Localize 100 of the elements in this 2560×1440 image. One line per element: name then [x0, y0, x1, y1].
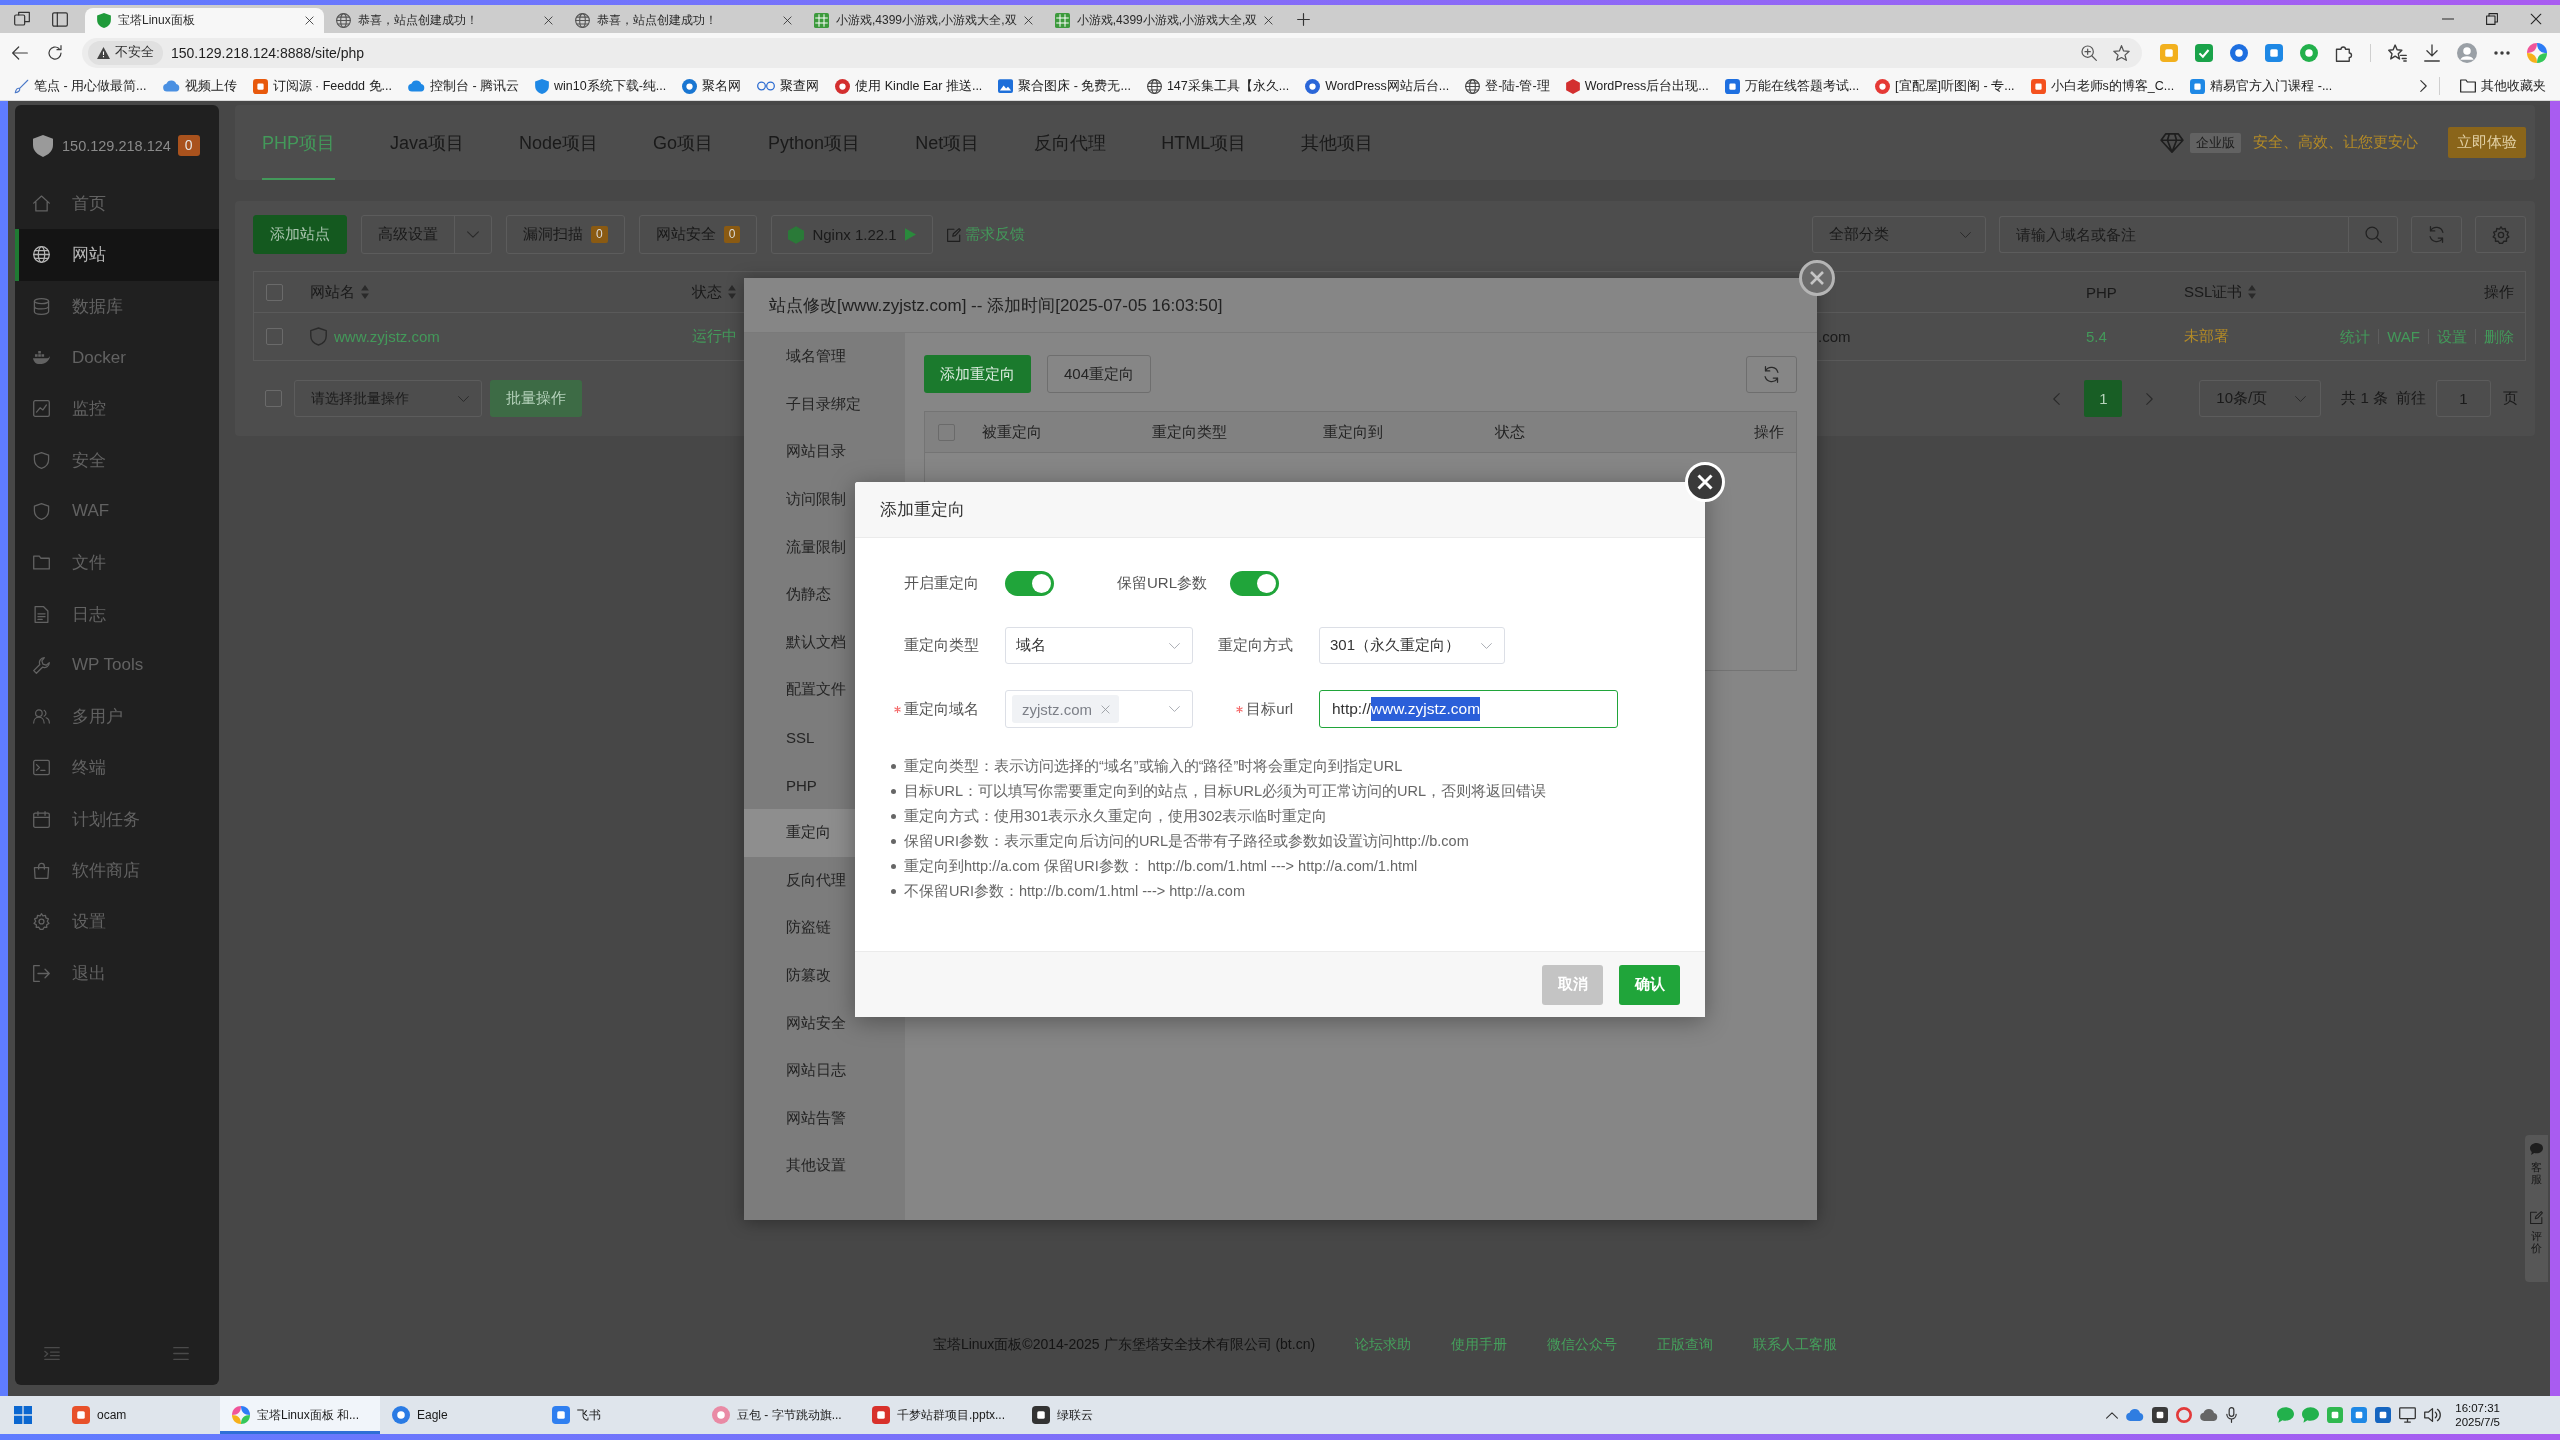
favorites-icon[interactable]	[2388, 43, 2407, 62]
taskbar-app[interactable]: 千梦站群项目.pptx...	[860, 1396, 1020, 1434]
refresh-button[interactable]	[1746, 355, 1797, 393]
redirect-404-button[interactable]: 404重定向	[1047, 355, 1152, 393]
bookmark-link[interactable]: 精易官方入门课程 -...	[2182, 74, 2341, 98]
swirl-logo-icon[interactable]	[2527, 42, 2547, 63]
taskbar-app[interactable]: 绿联云	[1020, 1396, 1180, 1434]
footer-link[interactable]: 正版查询	[1657, 1336, 1714, 1354]
taskbar-app[interactable]: ocam	[60, 1396, 220, 1434]
settings-menu-item[interactable]: 域名管理	[744, 333, 905, 381]
sidebar-item[interactable]: 监控	[15, 383, 219, 435]
ssl-status-link[interactable]: 未部署	[2184, 327, 2229, 344]
settings-menu-item[interactable]: 子目录绑定	[744, 380, 905, 429]
redirect-domain-select[interactable]: zyjstz.com	[1005, 690, 1193, 728]
more-icon[interactable]	[2494, 50, 2510, 55]
puzzle-icon[interactable]	[2335, 43, 2353, 62]
taskbar-app[interactable]: 飞书	[540, 1396, 700, 1434]
footer-link[interactable]: 论坛求助	[1355, 1336, 1412, 1354]
settings-menu-item[interactable]: 网站告警	[744, 1094, 905, 1143]
microphone-icon[interactable]	[2226, 1407, 2238, 1423]
alert-count-badge[interactable]: 0	[177, 135, 200, 156]
indent-icon[interactable]	[44, 1347, 60, 1360]
taskbar-app[interactable]: Eagle	[380, 1396, 540, 1434]
sidebar-item[interactable]: 首页	[15, 178, 219, 230]
settings-menu-item[interactable]: 网站安全	[744, 999, 905, 1047]
bookmark-link[interactable]: 使用 Kindle Ear 推送...	[827, 74, 991, 98]
bookmark-folder-link[interactable]: 其他收藏夹	[2452, 74, 2554, 98]
bookmark-link[interactable]: 笔点 - 用心做最简...	[6, 74, 155, 98]
sidebar-item[interactable]: 设置	[15, 896, 219, 948]
app-tile-icon[interactable]	[2152, 1407, 2169, 1423]
browser-tab[interactable]: 恭喜，站点创建成功！	[324, 8, 563, 33]
sidebar-item[interactable]: 终端	[15, 742, 219, 794]
app-tile-icon[interactable]	[2160, 43, 2178, 62]
app-tile-icon[interactable]	[2265, 43, 2283, 62]
sidebar-item[interactable]: 软件商店	[15, 844, 219, 897]
page-number[interactable]: 1	[2084, 380, 2123, 417]
browser-tab[interactable]: 小游戏,4399小游戏,小游戏大全,双	[1042, 8, 1284, 33]
bookmark-link[interactable]: 小白老师s的博客_C...	[2022, 74, 2183, 98]
add-redirect-button[interactable]: 添加重定向	[924, 355, 1031, 393]
bookmark-link[interactable]: 聚合图床 - 免费无...	[990, 74, 1139, 98]
confirm-button[interactable]: 确认	[1619, 964, 1680, 1005]
plus-icon[interactable]	[1297, 12, 1311, 26]
settings-menu-item[interactable]: 网站目录	[744, 428, 905, 476]
batch-action-button[interactable]: 批量操作	[490, 380, 582, 417]
bookmark-link[interactable]: [宜配屋]听图阁 - 专...	[1867, 74, 2023, 98]
bookmark-link[interactable]: 万能在线答题考试...	[1716, 74, 1868, 98]
close-icon[interactable]	[783, 16, 792, 25]
sidebar-item[interactable]: 文件	[15, 537, 219, 589]
refresh-button[interactable]	[2411, 216, 2462, 253]
sidebar-item[interactable]: 日志	[15, 588, 219, 640]
bookmark-link[interactable]: 147采集工具【永久...	[1138, 74, 1298, 98]
security-badge[interactable]: 不安全	[88, 40, 163, 65]
circle-logo-icon[interactable]	[2300, 43, 2318, 62]
settings-menu-item[interactable]: 网站日志	[744, 1046, 905, 1095]
circle-logo-icon[interactable]	[2230, 43, 2248, 62]
app-tile-icon[interactable]	[2375, 1407, 2392, 1423]
record-ring-icon[interactable]	[2176, 1407, 2193, 1423]
float-tab-label[interactable]: 评价	[2531, 1230, 2542, 1255]
sidebar-item[interactable]: 计划任务	[15, 793, 219, 845]
cloud-icon[interactable]	[2126, 1409, 2145, 1421]
browser-tab[interactable]: 小游戏,4399小游戏,小游戏大全,双	[802, 8, 1043, 33]
checkbox[interactable]	[266, 283, 283, 301]
workspaces-icon[interactable]	[14, 11, 30, 27]
reload-icon[interactable]	[47, 44, 63, 61]
bookmark-link[interactable]: WordPress网站后台...	[1297, 74, 1458, 98]
sidebar-item[interactable]: 数据库	[15, 280, 219, 332]
back-arrow-icon[interactable]	[12, 45, 28, 60]
windows-logo-icon[interactable]	[14, 1406, 32, 1424]
avatar-icon[interactable]	[2457, 42, 2477, 63]
redirect-type-select[interactable]: 域名	[1005, 627, 1193, 664]
footer-link[interactable]: 联系人工客服	[1753, 1336, 1838, 1354]
footer-link[interactable]: 微信公众号	[1547, 1336, 1618, 1354]
bookmark-link[interactable]: 聚查网	[749, 74, 828, 98]
toggle-switch[interactable]	[1005, 571, 1054, 596]
app-tile-icon[interactable]	[2351, 1407, 2368, 1423]
row-action-link[interactable]: 统计	[2332, 329, 2379, 344]
browser-tab[interactable]: 宝塔Linux面板	[85, 8, 324, 33]
bookmark-link[interactable]: 控制台 - 腾讯云	[399, 74, 528, 98]
try-now-button[interactable]: 立即体验	[2448, 127, 2526, 158]
sidebar-item[interactable]: WP Tools	[15, 639, 219, 691]
zoom-in-icon[interactable]	[2081, 44, 2097, 61]
app-tile-icon[interactable]	[2327, 1407, 2344, 1423]
sidebar-item[interactable]: WAF	[15, 485, 219, 538]
close-icon[interactable]	[305, 16, 314, 25]
sidebar-item[interactable]: Docker	[15, 331, 219, 384]
restore-icon[interactable]	[2486, 13, 2498, 25]
project-tab[interactable]: PHP项目	[262, 105, 335, 180]
footer-link[interactable]: 使用手册	[1451, 1336, 1508, 1354]
add-site-button[interactable]: 添加站点	[253, 215, 347, 254]
bookmark-link[interactable]: WordPress后台出现...	[1557, 74, 1717, 98]
address-bar[interactable]: 不安全 150.129.218.124:8888/site/php	[82, 37, 2142, 68]
row-action-link[interactable]: 设置	[2428, 329, 2475, 344]
star-icon[interactable]	[2113, 44, 2130, 61]
settings-button[interactable]	[2475, 216, 2526, 253]
close-icon[interactable]	[2530, 13, 2542, 25]
monitor-icon[interactable]	[2399, 1407, 2417, 1423]
bookmark-link[interactable]: 视频上传	[154, 74, 245, 98]
sidebar-item[interactable]: 多用户	[15, 690, 219, 743]
speaker-icon[interactable]	[2424, 1407, 2442, 1423]
close-icon[interactable]	[1023, 16, 1033, 25]
